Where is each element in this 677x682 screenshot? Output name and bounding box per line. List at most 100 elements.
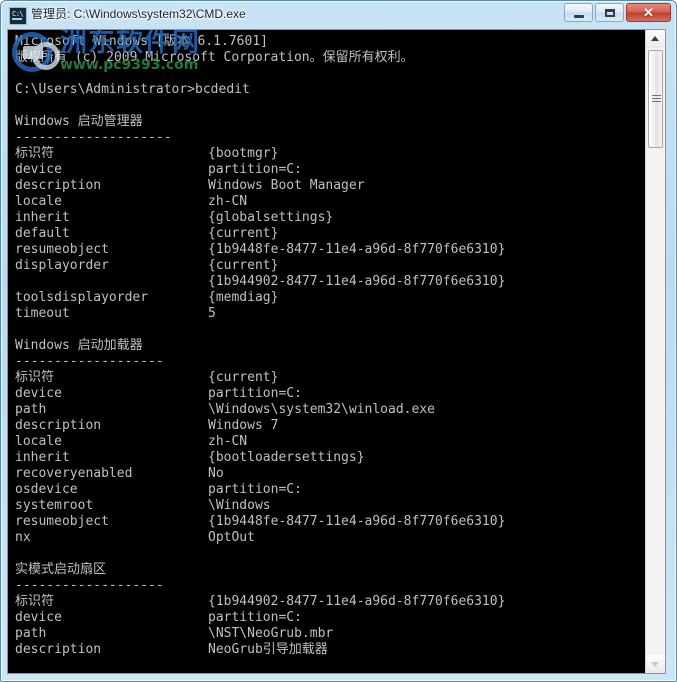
section-heading: Windows 启动管理器 xyxy=(15,114,143,129)
console-property-row: inherit {globalsettings} xyxy=(15,210,641,226)
console-property-row: {1b944902-8477-11e4-a96d-8f770f6e6310} xyxy=(15,274,641,290)
vertical-scrollbar[interactable] xyxy=(645,30,665,673)
console-property-row: toolsdisplayorder {memdiag} xyxy=(15,290,641,306)
console-banner-line: 版权所有 (c) 2009 Microsoft Corporation。保留所有… xyxy=(15,50,414,65)
console-property-row: 标识符 {1b944902-8477-11e4-a96d-8f770f6e6310… xyxy=(15,594,641,610)
property-key: 标识符 xyxy=(15,370,55,385)
section-rule: ------------------- xyxy=(15,354,164,369)
section-rule: -------------------- xyxy=(15,130,172,145)
console-property-row: locale zh-CN xyxy=(15,434,641,450)
console-property-row: locale zh-CN xyxy=(15,194,641,210)
property-value: {1b9448fe-8477-11e4-a96d-8f770f6e6310} xyxy=(208,514,506,529)
close-icon: ✕ xyxy=(643,5,654,20)
cmd-icon: C:\ xyxy=(9,7,27,25)
console-property-row: description Windows Boot Manager xyxy=(15,178,641,194)
property-value: {bootmgr} xyxy=(208,146,279,161)
console-client-area[interactable]: Microsoft Windows [版本 6.1.7601] 版权所有 (c) … xyxy=(7,29,666,674)
property-key: inherit xyxy=(15,450,70,465)
console-property-row: timeout 5 xyxy=(15,306,641,322)
property-key: path xyxy=(15,402,47,417)
property-key: locale xyxy=(15,434,62,449)
section-heading: 实模式启动扇区 xyxy=(15,562,107,577)
console-property-row: inherit {bootloadersettings} xyxy=(15,450,641,466)
scroll-up-button[interactable] xyxy=(646,30,665,48)
property-value: No xyxy=(208,466,224,481)
console-property-row: 标识符 {current} xyxy=(15,370,641,386)
property-key: resumeobject xyxy=(15,514,109,529)
scrollbar-thumb[interactable] xyxy=(648,50,663,148)
property-key: 标识符 xyxy=(15,594,55,609)
property-value: {1b944902-8477-11e4-a96d-8f770f6e6310} xyxy=(208,274,506,289)
property-key: resumeobject xyxy=(15,242,109,257)
property-key: inherit xyxy=(15,210,70,225)
cmd-icon-bar xyxy=(12,18,22,20)
property-value: Windows Boot Manager xyxy=(208,178,365,193)
property-value: {globalsettings} xyxy=(208,210,334,225)
console-property-row: resumeobject {1b9448fe-8477-11e4-a96d-8f7… xyxy=(15,514,641,530)
close-button[interactable]: ✕ xyxy=(626,3,671,22)
property-value: zh-CN xyxy=(208,194,248,209)
property-value: partition=C: xyxy=(208,162,302,177)
property-key: description xyxy=(15,418,102,433)
property-key: path xyxy=(15,626,47,641)
command-prompt-window: C:\ 管理员: C:\Windows\system32\CMD.exe ✕ M… xyxy=(0,0,677,682)
property-value: {1b9448fe-8477-11e4-a96d-8f770f6e6310} xyxy=(208,242,506,257)
minimize-icon xyxy=(565,4,592,21)
cmd-icon-glyph: C:\ xyxy=(12,10,24,18)
property-value: {current} xyxy=(208,258,279,273)
property-value: partition=C: xyxy=(208,610,302,625)
maximize-button[interactable] xyxy=(595,3,624,22)
console-property-row: description Windows 7 xyxy=(15,418,641,434)
console-property-row: path \NST\NeoGrub.mbr xyxy=(15,626,641,642)
property-value: \Windows\system32\winload.exe xyxy=(208,402,435,417)
console-property-row: device partition=C: xyxy=(15,162,641,178)
property-key: locale xyxy=(15,194,62,209)
scroll-down-button[interactable] xyxy=(646,655,665,673)
console-property-row: osdevice partition=C: xyxy=(15,482,641,498)
console-property-row: path \Windows\system32\winload.exe xyxy=(15,402,641,418)
property-value: 5 xyxy=(208,306,216,321)
property-value: partition=C: xyxy=(208,386,302,401)
console-output: Microsoft Windows [版本 6.1.7601] 版权所有 (c) … xyxy=(8,30,641,673)
property-key: device xyxy=(15,386,62,401)
property-value: zh-CN xyxy=(208,434,248,449)
title-bar[interactable]: C:\ 管理员: C:\Windows\system32\CMD.exe ✕ xyxy=(1,1,676,29)
property-key: 标识符 xyxy=(15,146,55,161)
window-title: 管理员: C:\Windows\system32\CMD.exe xyxy=(31,7,246,21)
property-key: nx xyxy=(15,530,31,545)
property-value: OptOut xyxy=(208,530,255,545)
console-property-row: description NeoGrub引导加载器 xyxy=(15,642,641,658)
property-value: {1b944902-8477-11e4-a96d-8f770f6e6310} xyxy=(208,594,506,609)
property-key: recoveryenabled xyxy=(15,466,133,481)
property-key: default xyxy=(15,226,70,241)
property-key: displayorder xyxy=(15,258,109,273)
section-rule: ------------------- xyxy=(15,578,164,593)
scroll-down-arrow-icon xyxy=(651,662,659,667)
scrollbar-grip-icon xyxy=(652,95,661,104)
property-value: {memdiag} xyxy=(208,290,279,305)
console-property-row: displayorder {current} xyxy=(15,258,641,274)
console-prompt-line: C:\Users\Administrator>bcdedit xyxy=(15,82,250,97)
property-key: device xyxy=(15,162,62,177)
console-property-row: systemroot \Windows xyxy=(15,498,641,514)
minimize-button[interactable] xyxy=(564,3,593,22)
property-key: description xyxy=(15,178,102,193)
property-value: Windows 7 xyxy=(208,418,279,433)
console-property-row: resumeobject {1b9448fe-8477-11e4-a96d-8f7… xyxy=(15,242,641,258)
property-value: {bootloadersettings} xyxy=(208,450,365,465)
property-value: \Windows xyxy=(208,498,271,513)
console-property-row: device partition=C: xyxy=(15,386,641,402)
property-value: partition=C: xyxy=(208,482,302,497)
section-heading: Windows 启动加载器 xyxy=(15,338,143,353)
property-key: osdevice xyxy=(15,482,78,497)
property-value: NeoGrub引导加载器 xyxy=(208,642,328,657)
property-key: systemroot xyxy=(15,498,94,513)
property-value: {current} xyxy=(208,370,279,385)
console-property-row: default {current} xyxy=(15,226,641,242)
property-value: \NST\NeoGrub.mbr xyxy=(208,626,334,641)
